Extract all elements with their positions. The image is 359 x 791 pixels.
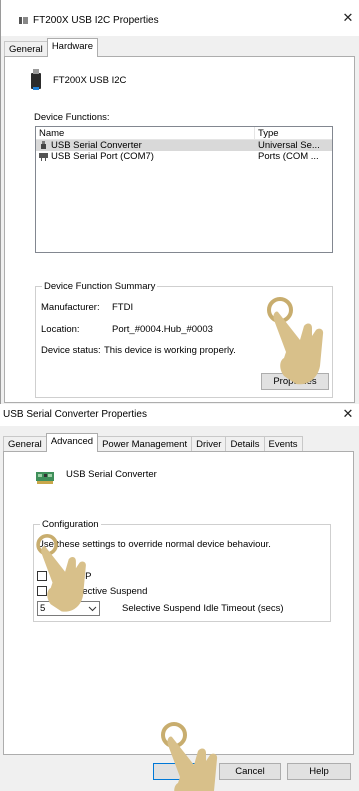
tab-hardware[interactable]: Hardware [46, 38, 98, 57]
location-value: Port_#0004.Hub_#0003 [112, 324, 213, 335]
device-name: FT200X USB I2C [53, 74, 127, 86]
tab-general[interactable]: General [3, 436, 47, 452]
title-bar: USB Serial Converter Properties ✕ [0, 404, 359, 426]
tab-events[interactable]: Events [263, 436, 303, 452]
manufacturer-label: Manufacturer: [41, 302, 100, 313]
serial-port-icon [39, 153, 48, 161]
list-header: Name Type [36, 127, 332, 140]
manufacturer-value: FTDI [112, 302, 134, 313]
list-item[interactable]: USB Serial Converter Universal Se... [36, 140, 332, 151]
column-name[interactable]: Name [36, 127, 255, 139]
device-functions-label: Device Functions: [34, 112, 110, 123]
hand-pointer-icon [36, 534, 86, 612]
tab-driver[interactable]: Driver [191, 436, 227, 452]
list-item[interactable]: USB Serial Port (COM7) Ports (COM ... [36, 151, 332, 162]
close-icon[interactable]: ✕ [342, 11, 354, 24]
tab-strip: General Advanced Power Management Driver… [3, 432, 303, 452]
usb-device-icon [31, 69, 41, 90]
tab-advanced[interactable]: Advanced [45, 433, 99, 452]
device-status-label: Device status: [41, 345, 101, 356]
cancel-button[interactable]: Cancel [219, 763, 281, 780]
tab-details[interactable]: Details [225, 436, 265, 452]
device-header: FT200X USB I2C [29, 69, 126, 91]
usb-device-icon [19, 17, 28, 24]
hand-pointer-icon [267, 297, 324, 385]
window-title: FT200X USB I2C Properties [33, 15, 159, 26]
device-status-value: This device is working properly. [104, 345, 236, 356]
row-name: USB Serial Port (COM7) [51, 151, 154, 162]
hand-pointer-icon [161, 722, 218, 791]
tab-strip: General Hardware [4, 37, 98, 57]
usb-serial-converter-dialog: USB Serial Converter Properties ✕ Genera… [0, 404, 359, 791]
configuration-title: Configuration [40, 519, 101, 530]
tab-power-management[interactable]: Power Management [97, 436, 193, 452]
device-functions-list[interactable]: Name Type USB Serial Converter Universal… [35, 126, 333, 253]
row-type: Universal Se... [258, 140, 320, 151]
pci-card-icon [36, 472, 54, 484]
tab-general[interactable]: General [4, 41, 48, 57]
close-icon[interactable]: ✕ [342, 407, 354, 420]
summary-title: Device Function Summary [42, 281, 158, 292]
ft200x-properties-dialog: FT200X USB I2C Properties ✕ General Hard… [0, 0, 359, 404]
window-title: USB Serial Converter Properties [3, 409, 147, 420]
timeout-label: Selective Suspend Idle Timeout (secs) [122, 603, 284, 614]
row-name: USB Serial Converter [51, 140, 142, 151]
location-label: Location: [41, 324, 80, 335]
help-button[interactable]: Help [287, 763, 351, 780]
device-header: USB Serial Converter [36, 464, 157, 484]
usb-plug-icon [41, 141, 46, 149]
row-type: Ports (COM ... [258, 151, 319, 162]
device-name: USB Serial Converter [66, 468, 157, 480]
title-bar: FT200X USB I2C Properties ✕ [1, 0, 359, 36]
column-type[interactable]: Type [255, 127, 332, 139]
